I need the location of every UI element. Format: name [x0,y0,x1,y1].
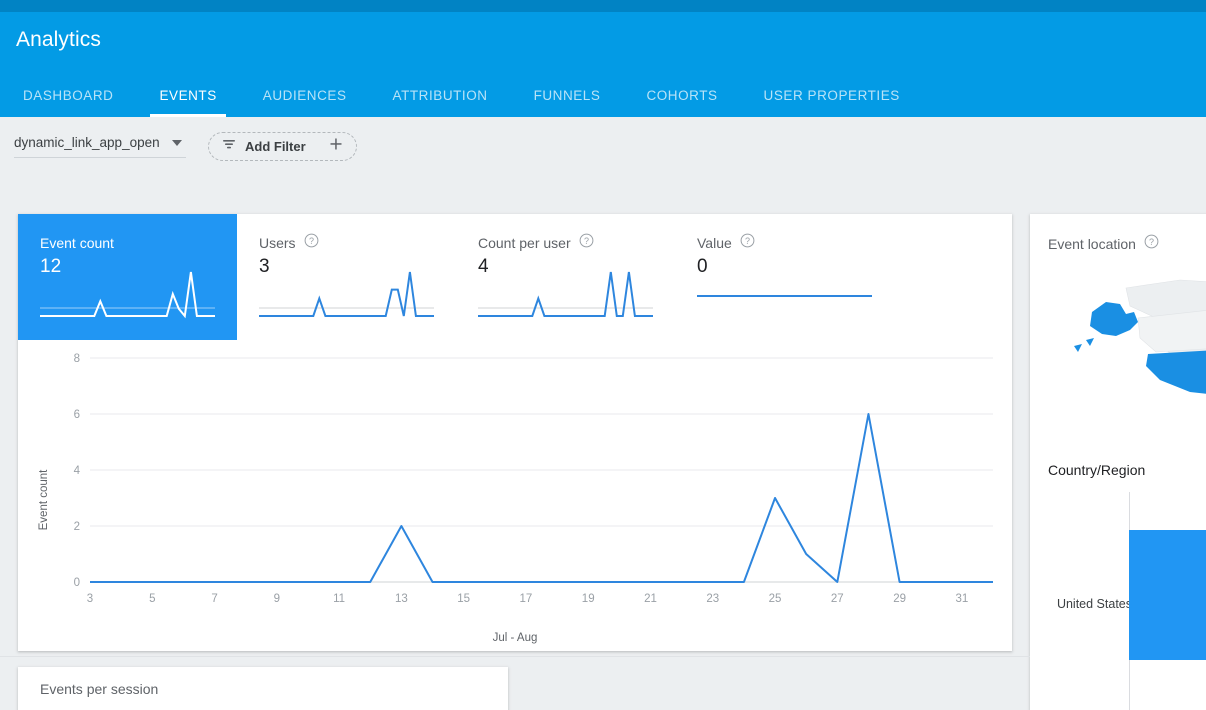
x-tick-label: 23 [706,593,719,605]
x-tick-label: 25 [769,593,782,605]
metric-label: Count per user [478,235,571,251]
metric-header: Event count [40,234,215,252]
x-tick-label: 5 [149,593,155,605]
section-divider [0,656,1030,657]
chart-x-axis-caption: Jul - Aug [18,632,1012,644]
help-icon[interactable]: ? [1144,234,1159,254]
y-tick-label: 4 [74,465,81,477]
chart-canvas[interactable]: 0 2 4 6 8 3 5 7 9 11 13 15 17 19 21 23 25 27 29 31 [18,340,1012,630]
main-tabs: DASHBOARD EVENTS AUDIENCES ATTRIBUTION FUNNE… [0,74,923,117]
x-tick-label: 17 [520,593,533,605]
chart-line-event-count [90,414,993,582]
x-tick-label: 7 [211,593,217,605]
metrics-and-chart-panel: Event count12Users?3Count per user?4Valu… [18,214,1012,651]
metric-card-count-per-user[interactable]: Count per user?4 [456,214,675,340]
x-tick-label: 19 [582,593,595,605]
y-tick-label: 8 [74,353,80,365]
tab-events[interactable]: EVENTS [136,74,239,117]
tab-dashboard[interactable]: DASHBOARD [0,74,136,117]
analytics-page: Analytics DASHBOARD EVENTS AUDIENCES ATTRIB… [0,0,1206,710]
filter-icon [221,136,237,157]
bar-label-united-states: United States [1057,597,1132,611]
event-name-select-value: dynamic_link_app_open [14,135,166,150]
metric-card-event-count[interactable]: Event count12 [18,214,237,340]
world-map[interactable] [1030,266,1206,456]
svg-text:?: ? [584,236,589,246]
svg-text:?: ? [1149,237,1154,247]
metric-sparkline-value [697,270,872,328]
metric-sparkline-users [259,270,434,328]
x-tick-label: 21 [644,593,657,605]
tab-cohorts[interactable]: COHORTS [623,74,740,117]
x-tick-label: 15 [457,593,470,605]
event-count-line-chart: Event count 0 2 4 6 8 3 5 7 9 11 13 15 17 19 21 23 25 27 2… [18,340,1012,651]
metric-header: Count per user? [478,234,653,252]
filter-toolbar: dynamic_link_app_open Add Filter [0,117,1196,202]
metric-cards-row: Event count12Users?3Count per user?4Valu… [18,214,1012,340]
tab-user-properties[interactable]: USER PROPERTIES [741,74,923,117]
help-icon[interactable]: ? [304,233,319,253]
metric-sparkline-count-per-user [478,270,653,328]
tab-label: DASHBOARD [23,88,113,103]
metric-sparkline-event-count [40,270,215,328]
x-tick-label: 31 [955,593,968,605]
tab-label: EVENTS [159,88,216,103]
page-title: Analytics [16,28,101,52]
event-location-title: Event location [1048,236,1136,252]
x-tick-label: 11 [333,593,345,605]
window-title-strip [0,0,1206,12]
x-tick-label: 29 [893,593,906,605]
events-per-session-card: Events per session [18,667,508,710]
x-tick-label: 3 [87,593,93,605]
y-tick-label: 2 [74,521,80,533]
tab-label: ATTRIBUTION [393,88,488,103]
app-header: Analytics DASHBOARD EVENTS AUDIENCES ATTRIB… [0,12,1206,117]
metric-label: Event count [40,235,114,251]
tab-label: USER PROPERTIES [764,88,900,103]
tab-label: AUDIENCES [263,88,347,103]
x-tick-label: 27 [831,593,844,605]
y-tick-label: 0 [74,577,80,589]
tab-attribution[interactable]: ATTRIBUTION [370,74,511,117]
country-bar-chart: United States [1030,492,1206,710]
event-name-select[interactable]: dynamic_link_app_open [14,135,186,158]
add-filter-label: Add Filter [245,139,324,154]
chart-y-axis-title: Event count [38,470,50,531]
help-icon[interactable]: ? [740,233,755,253]
metric-header: Users? [259,234,434,252]
metric-card-value[interactable]: Value?0 [675,214,894,340]
tab-label: FUNNELS [534,88,601,103]
add-filter-button[interactable]: Add Filter [208,132,357,161]
x-tick-label: 13 [395,593,408,605]
metric-label: Users [259,235,296,251]
event-location-card: Event location ? [1030,214,1206,710]
tab-funnels[interactable]: FUNNELS [511,74,624,117]
x-tick-label: 9 [274,593,280,605]
chevron-down-icon [172,140,182,146]
metric-header: Value? [697,234,872,252]
tab-label: COHORTS [646,88,717,103]
events-per-session-title: Events per session [40,681,158,697]
svg-text:?: ? [309,236,314,246]
metric-label: Value [697,235,732,251]
plus-icon [328,136,344,157]
y-tick-label: 6 [74,409,80,421]
bar-united-states[interactable] [1129,530,1206,660]
country-region-header: Country/Region [1048,462,1145,478]
metric-card-users[interactable]: Users?3 [237,214,456,340]
event-location-header: Event location ? [1048,234,1159,254]
tab-audiences[interactable]: AUDIENCES [240,74,370,117]
help-icon[interactable]: ? [579,233,594,253]
svg-text:?: ? [745,236,750,246]
